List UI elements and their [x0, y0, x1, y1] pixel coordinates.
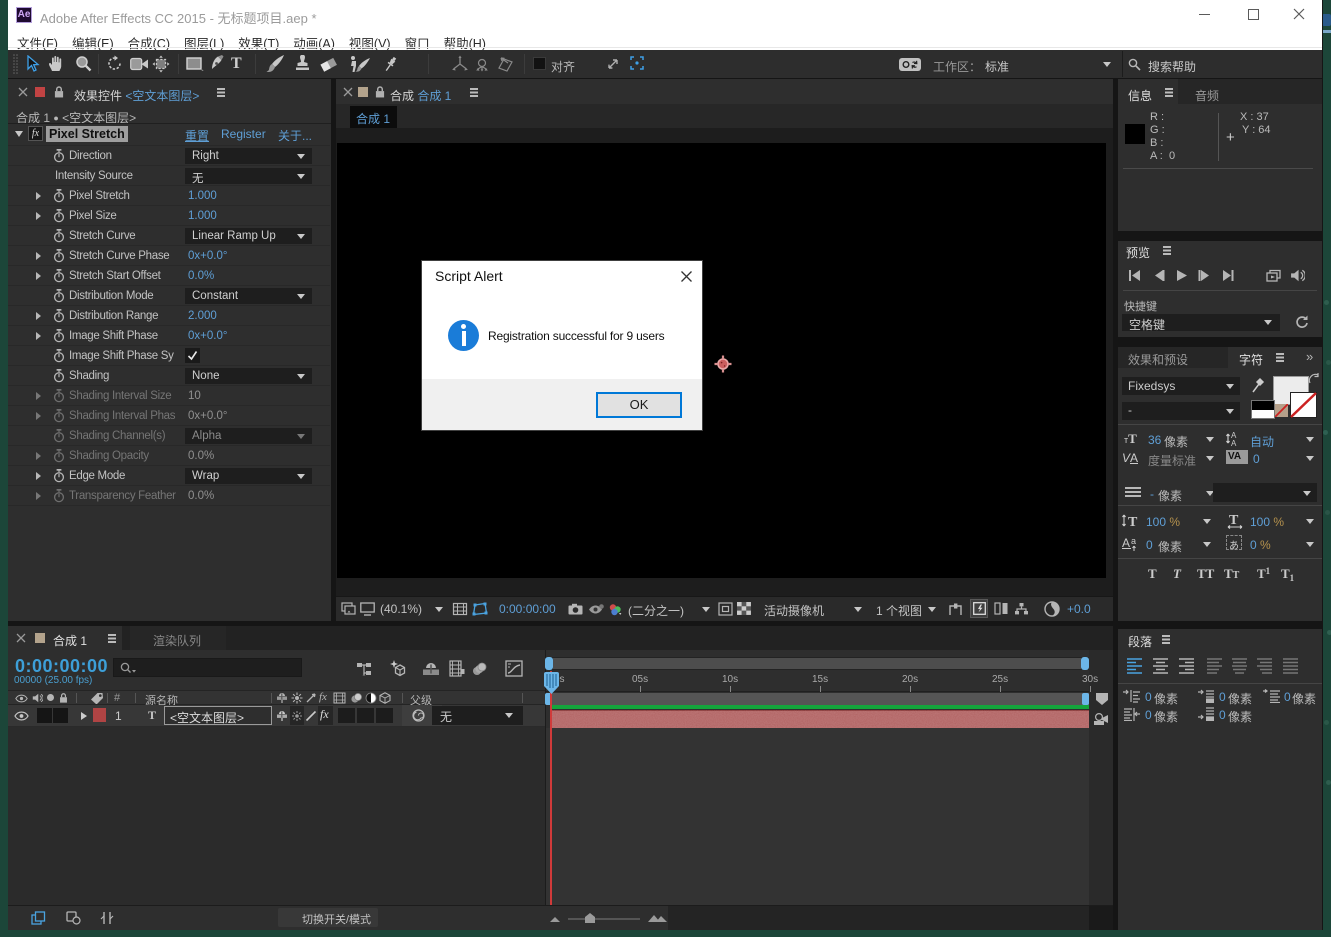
- svg-text:a: a: [1131, 536, 1136, 546]
- svg-text:A: A: [1231, 439, 1237, 447]
- svg-text:T: T: [1229, 513, 1239, 528]
- svg-text:A: A: [1130, 451, 1138, 465]
- svg-text:A: A: [1122, 536, 1130, 550]
- svg-text:T: T: [1128, 515, 1138, 529]
